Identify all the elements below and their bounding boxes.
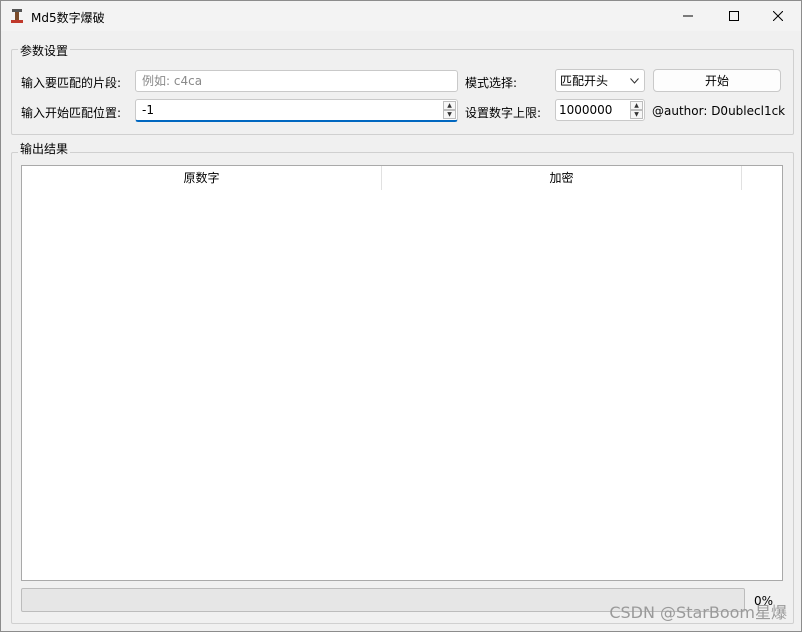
chevron-down-icon <box>630 78 639 84</box>
fragment-label: 输入要匹配的片段: <box>21 76 122 90</box>
limit-spinbox[interactable]: ▲ ▼ <box>555 99 645 121</box>
results-table[interactable]: 原数字 加密 <box>21 165 783 581</box>
mode-label: 模式选择: <box>465 76 518 90</box>
title-bar[interactable]: Md5数字爆破 <box>1 1 801 31</box>
column-header-original-number[interactable]: 原数字 <box>22 166 382 190</box>
column-header-encrypted[interactable]: 加密 <box>382 166 742 190</box>
maximize-button[interactable] <box>711 1 757 31</box>
limit-label: 设置数字上限: <box>465 106 542 120</box>
start-button[interactable]: 开始 <box>653 69 781 92</box>
params-group-title: 参数设置 <box>18 42 71 59</box>
author-label: @author: D0ublecl1ck <box>652 104 786 118</box>
start-position-input[interactable] <box>136 100 457 120</box>
app-icon <box>11 9 23 23</box>
minimize-button[interactable] <box>665 1 711 31</box>
output-group-title: 输出结果 <box>18 140 71 157</box>
mode-selected-value: 匹配开头 <box>560 74 609 88</box>
limit-spin-buttons[interactable]: ▲ ▼ <box>630 101 643 119</box>
app-window: Md5数字爆破 参数设置 输入要匹配的片段: 模式选择: 匹配开头 <box>0 0 802 632</box>
close-button[interactable] <box>755 1 801 31</box>
maximize-icon <box>729 11 739 21</box>
spin-up-icon[interactable]: ▲ <box>443 101 456 110</box>
start-position-spin-buttons[interactable]: ▲ ▼ <box>443 101 456 119</box>
fragment-input[interactable] <box>136 71 457 91</box>
spin-down-icon[interactable]: ▼ <box>630 110 643 119</box>
start-position-label: 输入开始匹配位置: <box>21 106 122 120</box>
close-icon <box>773 11 783 21</box>
minimize-icon <box>683 15 693 17</box>
mode-select[interactable]: 匹配开头 <box>555 69 645 92</box>
start-position-spinbox[interactable]: ▲ ▼ <box>135 99 458 122</box>
params-groupbox <box>11 49 794 135</box>
watermark: CSDN @StarBoom星爆 <box>609 603 787 622</box>
fragment-field[interactable] <box>135 70 458 92</box>
spin-down-icon[interactable]: ▼ <box>443 110 456 119</box>
window-title: Md5数字爆破 <box>31 11 105 25</box>
spin-up-icon[interactable]: ▲ <box>630 101 643 110</box>
